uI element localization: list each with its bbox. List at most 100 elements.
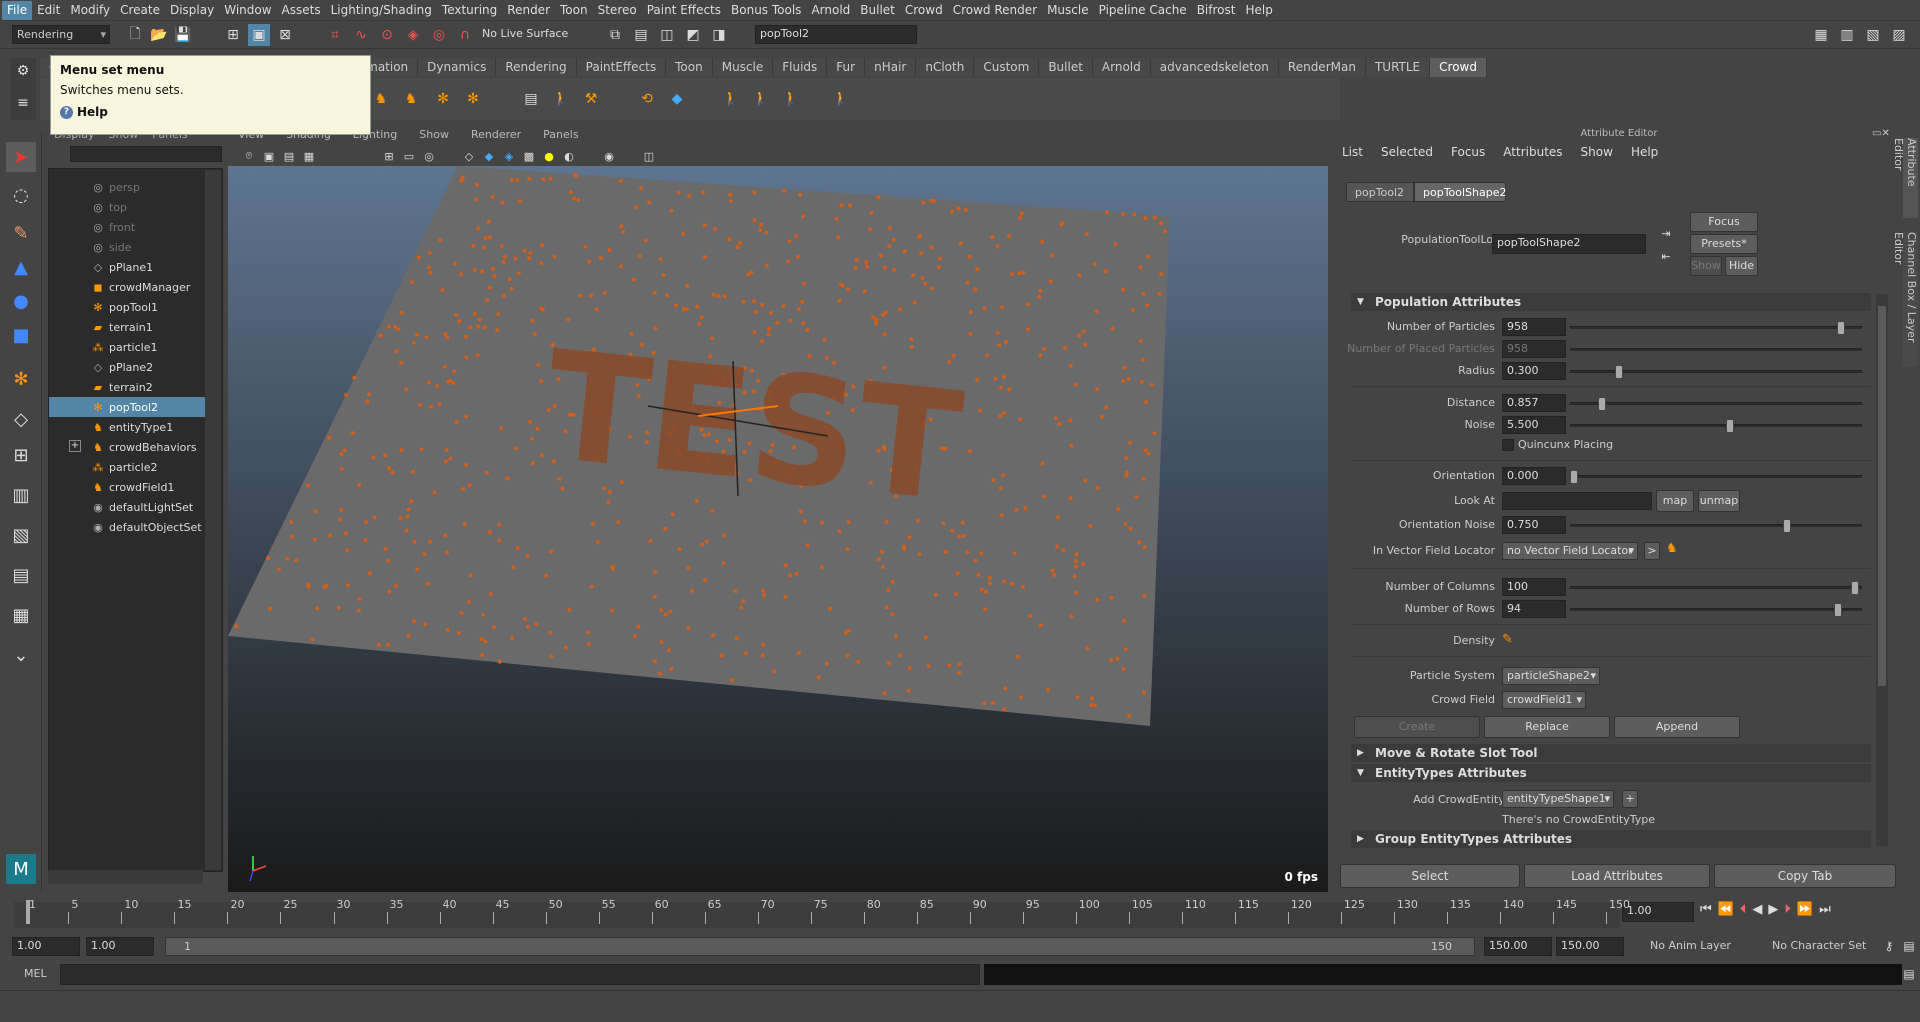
shelf-tab-bullet[interactable]: Bullet [1039, 58, 1093, 77]
attribute-editor-side-tab[interactable]: Attribute Editor [1892, 138, 1918, 218]
menu-file[interactable]: File [2, 0, 33, 20]
map-button[interactable]: map [1656, 490, 1694, 512]
shelf-tab-custom[interactable]: Custom [974, 58, 1040, 77]
presets-button[interactable]: Presets* [1690, 234, 1758, 254]
live-surface-label[interactable]: No Live Surface [482, 27, 568, 40]
shadows-icon[interactable]: ◐ [558, 145, 580, 167]
mel-label[interactable]: MEL [24, 967, 47, 980]
outliner-item[interactable]: ◉ defaultLightSet [49, 497, 205, 517]
name-field[interactable]: popTool2 [755, 25, 917, 44]
walk-d-icon[interactable]: 🚶 [830, 88, 852, 110]
shelf-tab-muscle[interactable]: Muscle [712, 58, 774, 77]
step-back-key-icon[interactable]: ⏪ [1718, 902, 1734, 917]
xray-icon[interactable]: ◉ [598, 145, 620, 167]
density-paint-icon[interactable]: ✎ [1502, 632, 1513, 647]
menu-texturing[interactable]: Texturing [437, 1, 502, 20]
go-end-icon[interactable]: ⏭ [1819, 902, 1831, 917]
outliner-item[interactable]: ▰ terrain1 [49, 317, 205, 337]
outliner-item[interactable]: ◼ crowdManager [49, 277, 205, 297]
distance-slider[interactable] [1570, 397, 1862, 411]
rotate-tool-icon[interactable]: ● [6, 286, 36, 316]
particle-system-dropdown[interactable]: particleShape2 [1502, 667, 1600, 685]
outliner-item[interactable]: ◇ pPlane2 [49, 357, 205, 377]
lights-icon[interactable]: ● [538, 145, 560, 167]
camera-attrs-icon[interactable]: ▣ [258, 145, 280, 167]
slider-handle[interactable] [1726, 419, 1735, 433]
outliner-hscrollbar[interactable] [48, 870, 203, 884]
walker-icon[interactable]: 🚶 [550, 88, 572, 110]
paint-tool-icon[interactable]: ✎ [6, 218, 36, 248]
step-forward-key-icon[interactable]: ⏩ [1797, 902, 1813, 917]
menu-create[interactable]: Create [115, 1, 165, 20]
vector-field-pick-icon[interactable]: ♞ [1666, 541, 1678, 556]
lasso-tool-icon[interactable]: ◌ [6, 180, 36, 210]
load-selected-icon[interactable]: ⇥ [1655, 222, 1677, 244]
open-scene-icon[interactable]: 📂 [148, 24, 170, 46]
select-tool-icon[interactable]: ➤ [6, 142, 36, 172]
outliner-item[interactable]: ◇ pPlane1 [49, 257, 205, 277]
add-entity-plus[interactable]: + [1622, 790, 1638, 808]
anim-layer-dropdown[interactable]: No Anim Layer [1650, 939, 1731, 952]
quincunx-checkbox[interactable] [1502, 439, 1514, 451]
select-component-icon[interactable]: ⊠ [274, 24, 296, 46]
ae-tab-poptoolshape2[interactable]: popToolShape2 [1414, 182, 1507, 202]
scale-tool-icon[interactable]: ■ [6, 320, 36, 350]
viewport-menu-show[interactable]: Show [419, 128, 449, 144]
shelf-menu-icon[interactable]: ≡ [12, 92, 34, 114]
menu-render[interactable]: Render [502, 1, 555, 20]
menu-display[interactable]: Display [165, 1, 219, 20]
outliner-scrollbar[interactable] [205, 170, 221, 870]
render-view-icon[interactable]: ▤ [630, 24, 652, 46]
char-set-dropdown[interactable]: No Character Set [1772, 939, 1866, 952]
ipr-render-icon[interactable]: ◩ [682, 24, 704, 46]
orientation-noise-field[interactable]: 0.750 [1502, 516, 1566, 534]
outliner-item[interactable]: ♞ entityType1 [49, 417, 205, 437]
menu-stereo[interactable]: Stereo [593, 1, 642, 20]
ae-select-button[interactable]: Select [1340, 864, 1520, 888]
orientation-slider[interactable] [1570, 470, 1862, 484]
viewport-menu-panels[interactable]: Panels [543, 128, 578, 144]
outliner-item[interactable]: ◎ persp [49, 177, 205, 197]
menu-lighting-shading[interactable]: Lighting/Shading [326, 1, 437, 20]
snap-surface-icon[interactable]: ◎ [428, 24, 450, 46]
ae-tab-poptool2[interactable]: popTool2 [1346, 182, 1414, 202]
menu-toon[interactable]: Toon [555, 1, 593, 20]
shelf-tab-crowd[interactable]: Crowd [1430, 58, 1487, 77]
current-time-field[interactable]: 1.00 [1622, 902, 1694, 922]
go-to-output-icon[interactable]: ⇤ [1655, 245, 1677, 267]
ae-menu-help[interactable]: Help [1631, 145, 1658, 159]
step-back-icon[interactable]: ⏴ [1740, 902, 1747, 917]
wire-on-shaded-icon[interactable]: ◈ [498, 145, 520, 167]
slider-handle[interactable] [1598, 397, 1607, 411]
layout4-icon[interactable]: ▨ [1888, 24, 1910, 46]
look-at-field[interactable] [1502, 492, 1652, 510]
go-start-icon[interactable]: ⏮ [1700, 902, 1712, 917]
num-rows-field[interactable]: 94 [1502, 600, 1566, 618]
shelf-tab-arnold[interactable]: Arnold [1092, 58, 1151, 77]
outliner-item[interactable]: ◎ front [49, 217, 205, 237]
num-particles-field[interactable]: 958 [1502, 318, 1566, 336]
rotate-tool-icon[interactable]: ⟲ [636, 88, 658, 110]
add-entity-dropdown[interactable]: entityTypeShape1 [1502, 790, 1614, 808]
num-columns-slider[interactable] [1570, 581, 1862, 595]
walk-a-icon[interactable]: 🚶 [720, 88, 742, 110]
ae-scrollbar[interactable] [1876, 294, 1888, 846]
outliner-item[interactable]: ◎ top [49, 197, 205, 217]
history-icon[interactable]: ⧉ [604, 24, 626, 46]
snap-view-icon[interactable]: ◈ [402, 24, 424, 46]
num-columns-field[interactable]: 100 [1502, 578, 1566, 596]
shelf-tab-turtle[interactable]: TURTLE [1365, 58, 1431, 77]
shelf-tab-toon[interactable]: Toon [666, 58, 713, 77]
play-back-icon[interactable]: ◀ [1752, 902, 1762, 917]
distance-field[interactable]: 0.857 [1502, 394, 1566, 412]
slider-handle[interactable] [1783, 519, 1791, 533]
viewport-menu-renderer[interactable]: Renderer [471, 128, 521, 144]
menu-window[interactable]: Window [219, 1, 276, 20]
outliner-item[interactable]: ⁂ particle1 [49, 337, 205, 357]
script-editor-icon[interactable]: ▤ [1898, 963, 1920, 985]
outliner-item[interactable]: ✻ popTool1 [49, 297, 205, 317]
layout-icon[interactable]: ▦ [1810, 24, 1832, 46]
film-gate-icon[interactable]: ▭ [398, 145, 420, 167]
population-section[interactable]: ▼ Population Attributes [1351, 293, 1871, 311]
mel-input[interactable] [60, 964, 980, 985]
